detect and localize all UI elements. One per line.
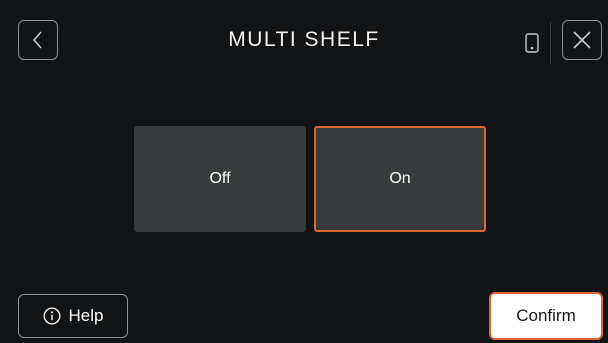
option-on-label: On bbox=[389, 170, 411, 187]
multi-shelf-screen: MULTI SHELF Off On Help Confirm bbox=[0, 0, 608, 343]
close-icon bbox=[573, 31, 591, 49]
option-off-label: Off bbox=[209, 170, 231, 187]
phone-icon[interactable] bbox=[525, 33, 539, 53]
info-icon bbox=[43, 307, 60, 325]
option-on[interactable]: On bbox=[314, 126, 486, 232]
help-label: Help bbox=[68, 306, 104, 325]
confirm-button[interactable]: Confirm bbox=[489, 292, 603, 340]
help-button[interactable]: Help bbox=[18, 294, 128, 338]
close-button[interactable] bbox=[562, 20, 602, 60]
header-divider bbox=[550, 22, 551, 64]
option-off[interactable]: Off bbox=[134, 126, 306, 232]
confirm-label: Confirm bbox=[516, 306, 576, 325]
page-title: MULTI SHELF bbox=[228, 28, 380, 51]
